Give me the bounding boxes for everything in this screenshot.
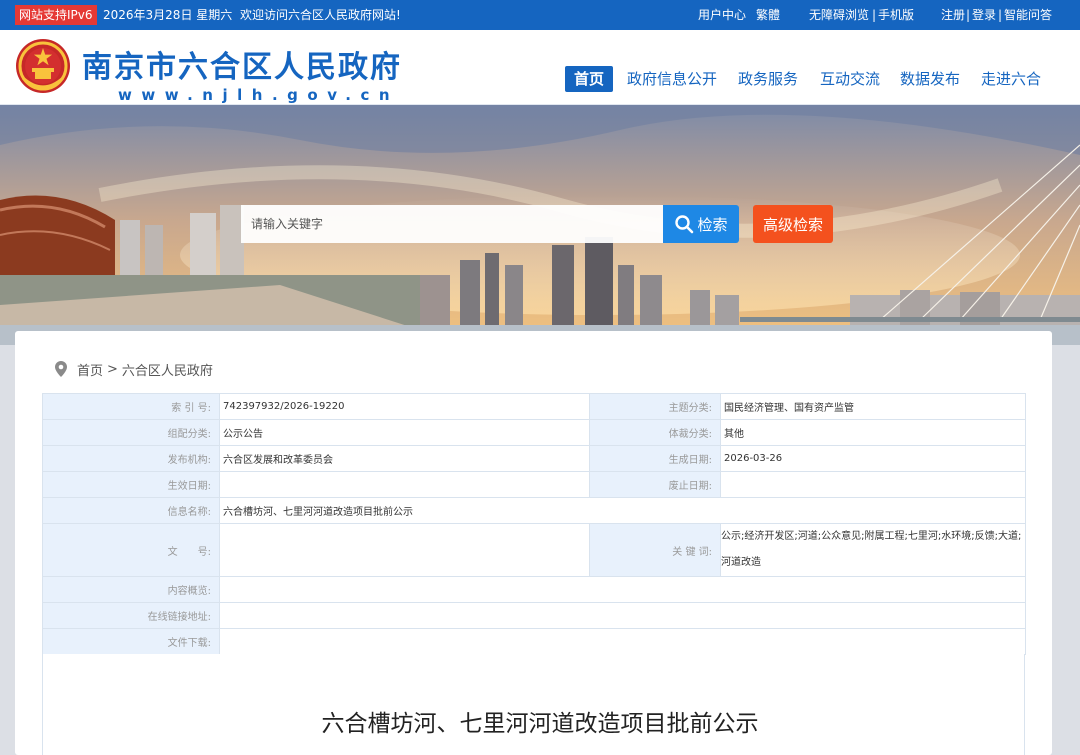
info-name-value: 六合槽坊河、七里河河道改造项目批前公示 xyxy=(219,497,1026,524)
topic-category-label: 主题分类: xyxy=(589,393,721,420)
document-metadata-table: 索 引 号: 742397932/2026-19220 主题分类: 国民经济管理… xyxy=(42,393,1026,655)
search-button-label: 检索 xyxy=(697,215,728,234)
breadcrumb-home-link[interactable]: 首页 xyxy=(77,360,103,379)
online-link-label: 在线链接地址: xyxy=(42,602,220,629)
topic-category-value: 国民经济管理、国有资产监管 xyxy=(720,393,1026,420)
national-emblem-icon[interactable] xyxy=(15,38,71,94)
publisher-label: 发布机构: xyxy=(42,445,220,472)
top-bar: 网站支持IPv6 2026年3月28日 星期六 欢迎访问六合区人民政府网站! 用… xyxy=(0,0,1080,30)
breadcrumb-current[interactable]: 六合区人民政府 xyxy=(122,360,213,379)
assembly-category-value: 公示公告 xyxy=(219,419,590,446)
smart-qa-link[interactable]: 智能问答 xyxy=(1004,0,1052,30)
search-button[interactable]: 检索 xyxy=(663,205,739,243)
topbar-divider: | xyxy=(998,8,1003,22)
site-title[interactable]: 南京市六合区人民政府 xyxy=(82,42,402,86)
welcome-text: 欢迎访问六合区人民政府网站! xyxy=(240,8,401,22)
user-center-link[interactable]: 用户中心 xyxy=(698,0,746,30)
register-link[interactable]: 注册 xyxy=(941,0,965,30)
mobile-link[interactable]: 手机版 xyxy=(878,0,914,30)
publisher-value: 六合区发展和改革委员会 xyxy=(219,445,590,472)
breadcrumb-separator: > xyxy=(107,361,118,377)
file-download-value[interactable] xyxy=(219,628,1026,655)
nav-data[interactable]: 数据发布 xyxy=(891,66,969,92)
assembly-category-label: 组配分类: xyxy=(42,419,220,446)
effective-date-value xyxy=(219,471,590,498)
topbar-divider: | xyxy=(872,8,877,22)
summary-value xyxy=(219,576,1026,603)
advanced-search-button[interactable]: 高级检索 xyxy=(753,205,833,243)
expiry-date-label: 废止日期: xyxy=(589,471,721,498)
topbar-divider: | xyxy=(966,8,971,22)
created-date-value: 2026-03-26 xyxy=(720,445,1026,472)
keywords-label: 关 键 词: xyxy=(589,523,721,577)
document-title: 六合槽坊河、七里河河道改造项目批前公示 xyxy=(321,711,759,737)
expiry-date-value xyxy=(720,471,1026,498)
search-icon xyxy=(675,215,694,234)
location-pin-icon xyxy=(55,361,67,377)
keywords-value: 公示;经济开发区;河道;公众意见;附属工程;七里河;水环境;反馈;大道;河道改造 xyxy=(720,523,1026,577)
nav-gov-info[interactable]: 政府信息公开 xyxy=(618,66,726,92)
genre-category-label: 体裁分类: xyxy=(589,419,721,446)
search-input[interactable] xyxy=(241,205,663,243)
site-domain: www.njlh.gov.cn xyxy=(118,86,400,104)
nav-about[interactable]: 走进六合 xyxy=(972,66,1050,92)
online-link-value[interactable] xyxy=(219,602,1026,629)
effective-date-label: 生效日期: xyxy=(42,471,220,498)
created-date-label: 生成日期: xyxy=(589,445,721,472)
nav-services[interactable]: 政务服务 xyxy=(729,66,807,92)
index-number-label: 索 引 号: xyxy=(42,393,220,420)
traditional-chinese-link[interactable]: 繁體 xyxy=(756,0,780,30)
summary-label: 内容概览: xyxy=(42,576,220,603)
current-date: 2026年3月28日 星期六 xyxy=(103,8,233,22)
file-download-label: 文件下载: xyxy=(42,628,220,655)
accessibility-link[interactable]: 无障碍浏览 xyxy=(809,0,869,30)
login-link[interactable]: 登录 xyxy=(972,0,996,30)
document-number-label: 文 号: xyxy=(42,523,220,577)
nav-interaction[interactable]: 互动交流 xyxy=(811,66,889,92)
ipv6-badge: 网站支持IPv6 xyxy=(15,5,97,25)
document-number-value xyxy=(219,523,590,577)
index-number-value: 742397932/2026-19220 xyxy=(219,393,590,420)
nav-home[interactable]: 首页 xyxy=(565,66,614,92)
info-name-label: 信息名称: xyxy=(42,497,220,524)
genre-category-value: 其他 xyxy=(720,419,1026,446)
breadcrumb: 首页 > 六合区人民政府 xyxy=(55,360,213,379)
